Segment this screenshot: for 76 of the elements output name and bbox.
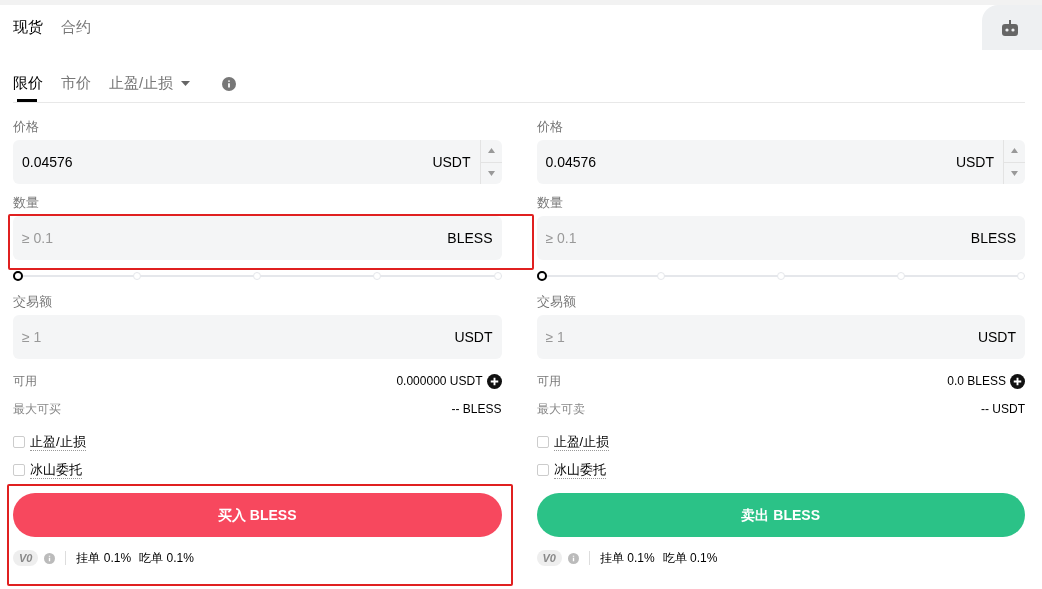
stepper[interactable]	[1003, 140, 1025, 184]
field-label: 数量	[536, 194, 564, 212]
slider-mark	[373, 272, 382, 280]
checkbox[interactable]	[536, 464, 549, 476]
tier-badge: V0	[536, 550, 562, 566]
market-tab[interactable]: 现货	[13, 16, 43, 39]
order-type-tab[interactable]: 限价	[13, 65, 43, 102]
add-icon[interactable]	[486, 373, 502, 389]
available-value: 0.0 BLESS	[947, 373, 1006, 390]
slider-mark	[1017, 272, 1025, 280]
unit-label: USDT	[454, 328, 493, 347]
market-tab[interactable]: 合约	[61, 16, 91, 39]
checkbox[interactable]	[13, 464, 25, 476]
input-field[interactable]: ≥ 0.1 BLESS	[13, 216, 502, 260]
taker-fee: 吃单 0.1%	[662, 550, 718, 567]
field-label: 价格	[13, 118, 40, 136]
input-field[interactable]: ≥ 1 USDT	[536, 315, 1025, 359]
available-value: 0.000000 USDT	[396, 373, 483, 390]
field-label: 数量	[13, 194, 40, 212]
input-field[interactable]: 0.04576 USDT	[13, 140, 502, 184]
max-value: -- USDT	[981, 401, 1025, 418]
input-field[interactable]: ≥ 0.1 BLESS	[536, 216, 1025, 260]
field-value[interactable]: ≥ 0.1	[22, 228, 448, 248]
max-label: 最大可买	[13, 401, 61, 418]
field-value[interactable]: ≥ 1	[545, 327, 978, 347]
checkbox-label[interactable]: 止盈/止损	[553, 433, 610, 451]
stepper[interactable]	[479, 140, 502, 184]
checkbox-label[interactable]: 冰山委托	[553, 461, 606, 479]
field-value[interactable]: ≥ 0.1	[545, 228, 971, 248]
field-value[interactable]: 0.04576	[545, 152, 956, 172]
amount-slider[interactable]	[13, 271, 502, 281]
maker-fee: 挂单 0.1%	[599, 550, 655, 567]
unit-label: USDT	[977, 328, 1016, 347]
info-icon[interactable]	[567, 552, 579, 564]
input-field[interactable]: ≥ 1 USDT	[13, 315, 502, 359]
checkbox-label[interactable]: 止盈/止损	[30, 433, 86, 451]
caret-icon	[181, 81, 191, 86]
down-icon[interactable]	[1011, 170, 1018, 176]
slider-mark	[896, 272, 905, 280]
info-icon[interactable]	[44, 552, 56, 564]
up-icon[interactable]	[487, 148, 495, 154]
amount-slider[interactable]	[536, 271, 1025, 281]
checkbox[interactable]	[536, 436, 549, 448]
field-label: 交易额	[536, 293, 577, 311]
field-label: 价格	[536, 118, 564, 136]
unit-label: USDT	[432, 153, 471, 172]
unit-label: BLESS	[970, 229, 1016, 248]
slider-thumb[interactable]	[13, 271, 23, 281]
available-label: 可用	[536, 373, 561, 390]
maker-fee: 挂单 0.1%	[76, 550, 132, 567]
slider-thumb[interactable]	[536, 271, 547, 281]
field-value[interactable]: ≥ 1	[22, 327, 455, 347]
max-label: 最大可卖	[536, 401, 585, 418]
slider-mark	[133, 272, 142, 280]
input-field[interactable]: 0.04576 USDT	[536, 140, 1025, 184]
robot-icon[interactable]	[1000, 18, 1020, 37]
info-icon[interactable]	[222, 76, 237, 91]
slider-mark	[656, 272, 665, 280]
slider-mark	[776, 272, 785, 280]
available-label: 可用	[13, 373, 37, 390]
max-value: -- BLESS	[451, 401, 502, 418]
unit-label: BLESS	[447, 229, 493, 248]
order-type-tab[interactable]: 市价	[61, 65, 91, 102]
add-icon[interactable]	[1010, 373, 1025, 389]
tier-badge: V0	[13, 550, 39, 566]
field-label: 交易额	[13, 293, 53, 311]
unit-label: USDT	[955, 153, 994, 172]
field-value[interactable]: 0.04576	[22, 152, 433, 172]
up-icon[interactable]	[1011, 148, 1018, 154]
checkbox[interactable]	[13, 436, 25, 448]
taker-fee: 吃单 0.1%	[139, 550, 194, 567]
checkbox-label[interactable]: 冰山委托	[30, 461, 82, 479]
slider-mark	[253, 272, 262, 280]
slider-mark	[493, 272, 502, 280]
order-type-tab[interactable]: 止盈/止损	[109, 65, 191, 102]
down-icon[interactable]	[487, 170, 495, 176]
